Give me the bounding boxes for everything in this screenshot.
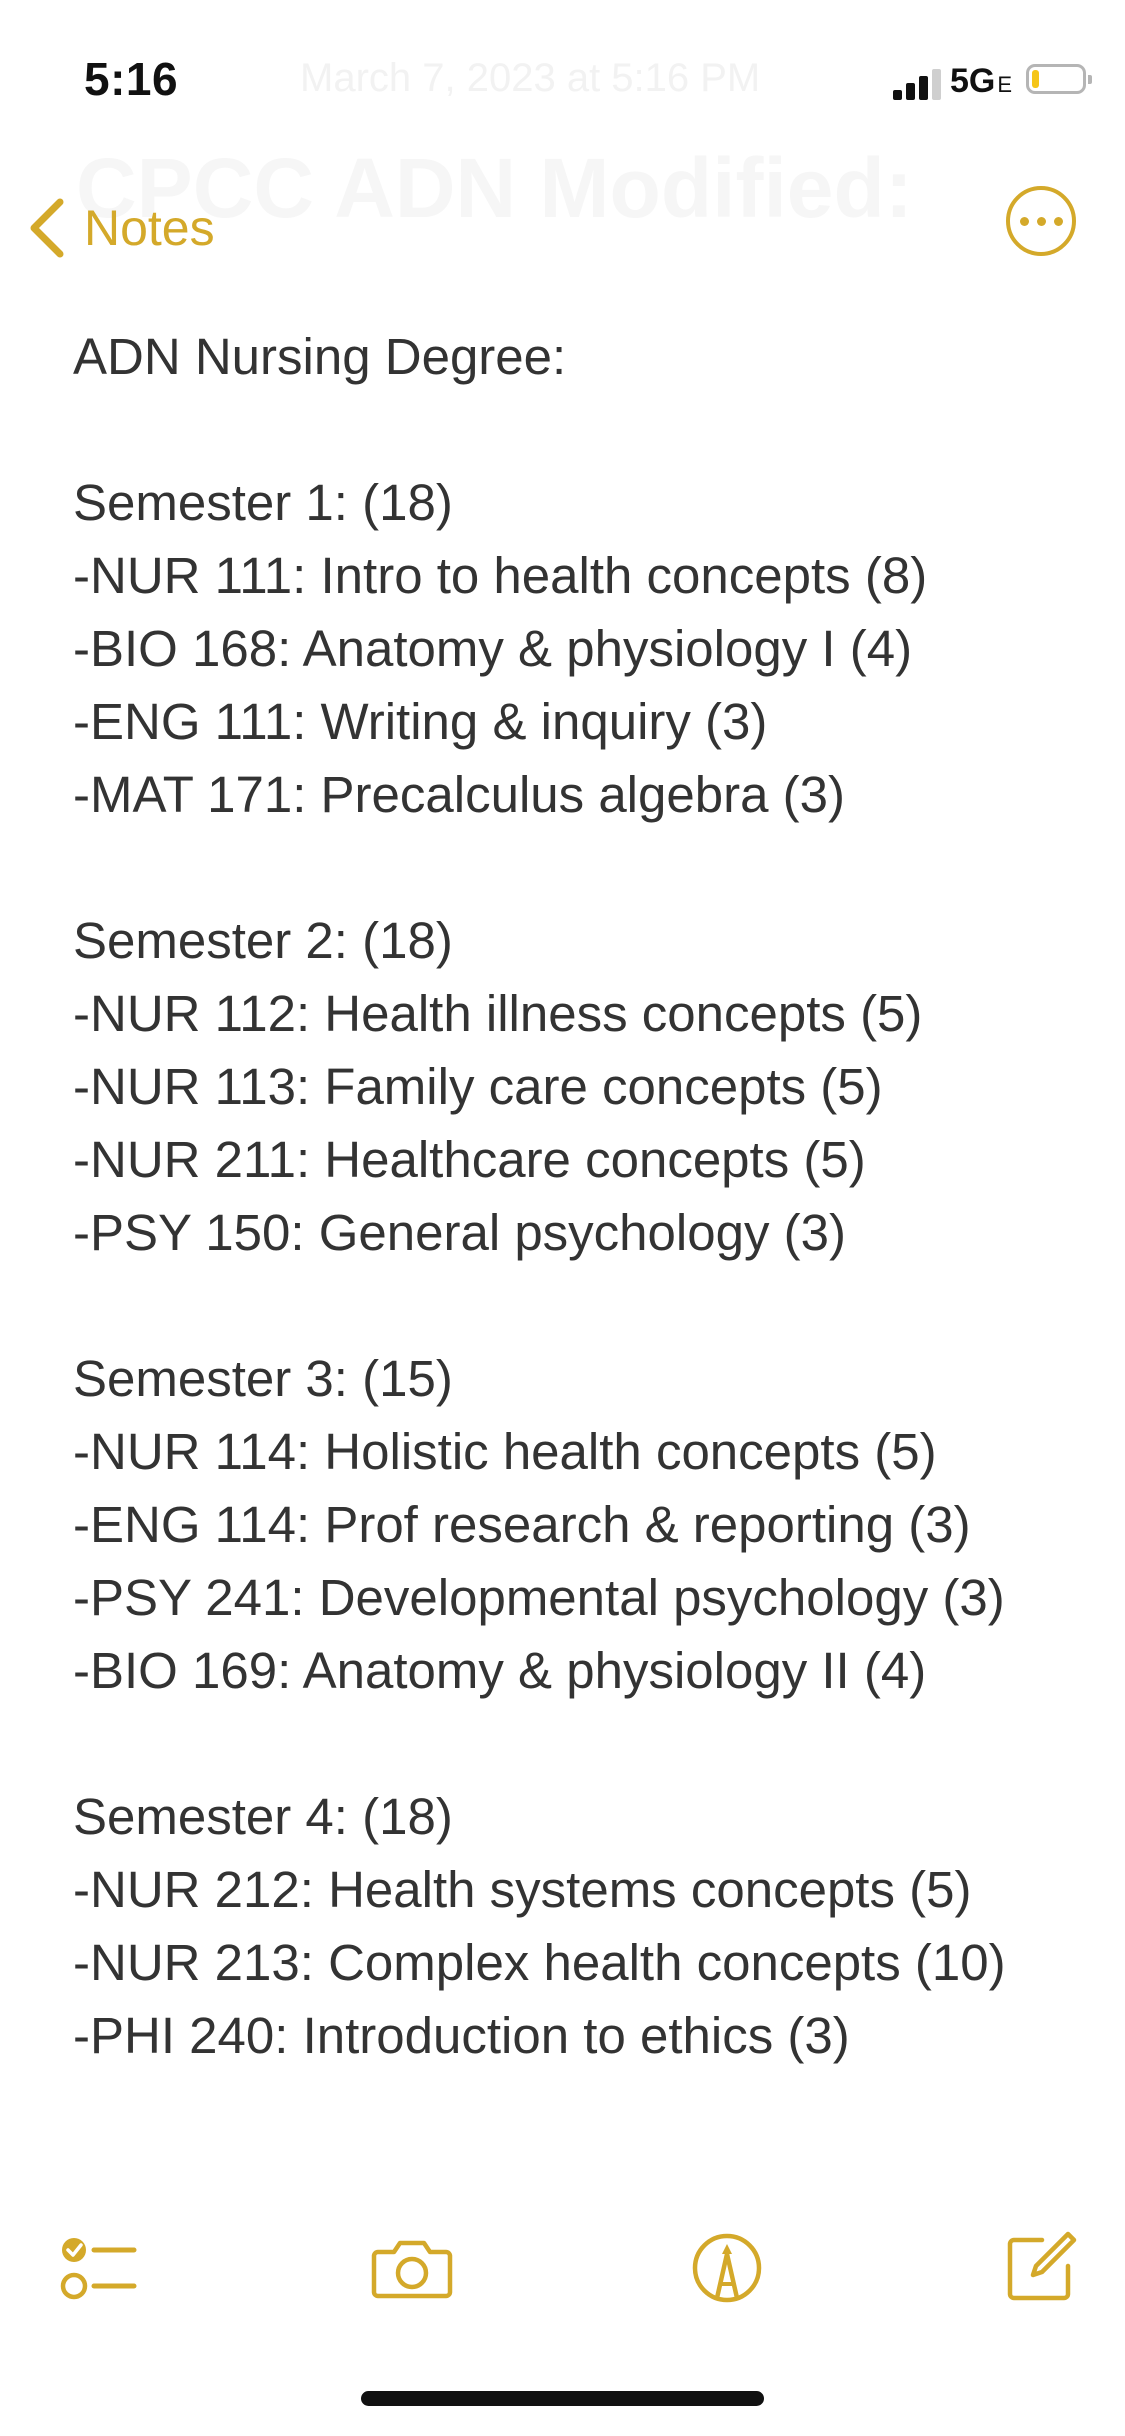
back-button[interactable]: Notes	[24, 188, 215, 268]
back-label: Notes	[84, 200, 215, 256]
status-time: 5:16	[84, 53, 179, 105]
network-indicator: 5GE	[950, 62, 1012, 101]
course-line: -NUR 111: Intro to health concepts (8)	[73, 547, 928, 604]
navigation-bar: Notes	[0, 170, 1125, 280]
course-line: -BIO 169: Anatomy & physiology II (4)	[73, 1642, 927, 1699]
course-line: -NUR 212: Health systems concepts (5)	[73, 1861, 972, 1918]
home-indicator[interactable]	[361, 2391, 764, 2406]
course-line: -PSY 150: General psychology (3)	[73, 1204, 846, 1261]
course-line: -PHI 240: Introduction to ethics (3)	[73, 2007, 850, 2064]
semester-title: Semester 1: (18)	[73, 474, 453, 531]
ellipsis-circle-icon[interactable]	[1006, 186, 1076, 256]
camera-icon[interactable]	[362, 2218, 462, 2318]
status-bar: 5:16 March 7, 2023 at 5:16 PM 5GE	[0, 0, 1125, 150]
semester-title: Semester 4: (18)	[73, 1788, 453, 1845]
checklist-icon[interactable]	[48, 2218, 148, 2318]
note-body[interactable]: ADN Nursing Degree: Semester 1: (18) -NU…	[73, 320, 1073, 2072]
checklist-icon-glyph	[60, 2238, 137, 2300]
network-type: 5G	[950, 62, 996, 100]
bottom-toolbar	[0, 2218, 1125, 2318]
note-heading: ADN Nursing Degree:	[73, 328, 567, 385]
network-suffix: E	[997, 72, 1013, 97]
course-line: -NUR 211: Healthcare concepts (5)	[73, 1131, 866, 1188]
course-line: -NUR 112: Health illness concepts (5)	[73, 985, 923, 1042]
semester-title: Semester 3: (15)	[73, 1350, 453, 1407]
course-line: -ENG 111: Writing & inquiry (3)	[73, 693, 768, 750]
course-line: -NUR 113: Family care concepts (5)	[73, 1058, 883, 1115]
compose-icon-glyph	[1007, 2231, 1077, 2301]
camera-icon-glyph	[371, 2240, 453, 2299]
course-line: -NUR 114: Holistic health concepts (5)	[73, 1423, 937, 1480]
semester-title: Semester 2: (18)	[73, 912, 453, 969]
course-line: -ENG 114: Prof research & reporting (3)	[73, 1496, 971, 1553]
cellular-signal-icon	[893, 68, 943, 100]
battery-icon	[1026, 64, 1092, 94]
course-line: -NUR 213: Complex health concepts (10)	[73, 1934, 1006, 1991]
course-line: -PSY 241: Developmental psychology (3)	[73, 1569, 1005, 1626]
markup-pen-icon-glyph	[692, 2233, 762, 2303]
markup-pen-icon[interactable]	[677, 2218, 777, 2318]
course-line: -MAT 171: Precalculus algebra (3)	[73, 766, 845, 823]
course-line: -BIO 168: Anatomy & physiology I (4)	[73, 620, 913, 677]
compose-icon[interactable]	[990, 2218, 1090, 2318]
note-date-ghost: March 7, 2023 at 5:16 PM	[300, 56, 761, 100]
chevron-left-icon	[30, 198, 64, 258]
